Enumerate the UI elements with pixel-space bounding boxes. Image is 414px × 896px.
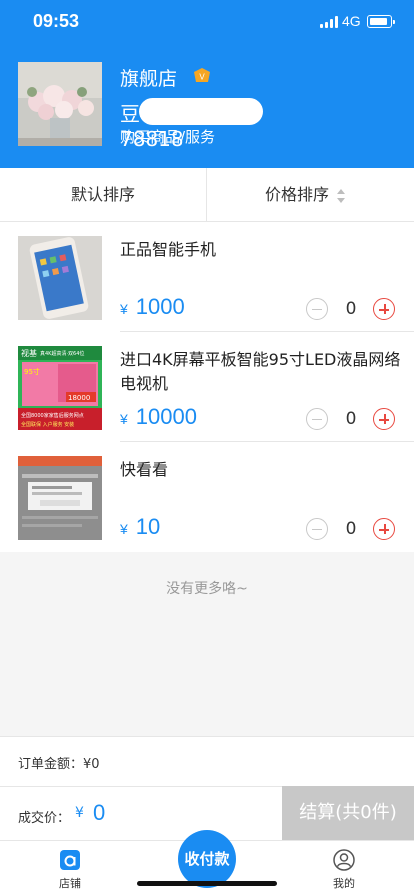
status-time: 09:53 <box>33 11 80 31</box>
price-currency: ¥ <box>120 411 128 427</box>
signal-icon <box>320 16 338 28</box>
decrease-quantity-button[interactable] <box>306 518 328 540</box>
shop-icon <box>59 849 81 871</box>
vip-badge-text: V <box>199 73 205 82</box>
tab-shop-label: 店铺 <box>59 877 81 890</box>
product-thumbnail <box>18 236 102 320</box>
price-value: 10000 <box>135 404 197 429</box>
quantity-value: 0 <box>345 299 357 319</box>
product-price: ¥1000 <box>120 294 185 320</box>
order-total-label: 订单金额：¥0 <box>18 757 100 772</box>
sort-price-tab[interactable]: 价格排序 <box>207 168 387 222</box>
product-item[interactable]: 正品智能手机 ¥1000 0 <box>0 222 414 332</box>
home-indicator <box>137 881 277 886</box>
checkout-button[interactable]: 结算(共0件) <box>282 786 414 840</box>
shop-avatar <box>18 62 102 146</box>
shop-header: 09:53 4G 旗舰店 V 豆78818 购买商品/服务 <box>0 0 414 168</box>
increase-quantity-button[interactable] <box>373 408 395 430</box>
product-thumbnail <box>18 456 102 540</box>
tab-mine[interactable]: 我的 <box>314 849 374 891</box>
thumb-footer-2: 全国联保 入户服务 安装 <box>21 421 74 428</box>
shop-name: 旗舰店 <box>120 68 178 90</box>
tab-mine-label: 我的 <box>333 877 355 890</box>
tab-shop[interactable]: 店铺 <box>40 849 100 891</box>
product-price: ¥10000 <box>120 404 197 430</box>
product-list: 正品智能手机 ¥1000 0 视基 真4K超高清·双64位 95寸 18000 … <box>0 222 414 552</box>
price-value: 1000 <box>135 294 185 319</box>
product-name: 快看看 <box>120 460 169 479</box>
quantity-value: 0 <box>345 409 357 429</box>
deal-price-currency: ¥ <box>75 805 84 821</box>
sort-default-tab[interactable]: 默认排序 <box>0 168 206 222</box>
decrease-quantity-button[interactable] <box>306 408 328 430</box>
decrease-quantity-button[interactable] <box>306 298 328 320</box>
user-icon <box>333 849 355 871</box>
sort-arrows-icon <box>336 188 346 204</box>
sort-bar: 默认排序 价格排序 <box>0 168 414 222</box>
thumb-brand: 视基 <box>21 348 37 358</box>
quantity-value: 0 <box>345 519 357 539</box>
shop-description: 购买商品/服务 <box>120 128 216 146</box>
thumb-tagline: 真4K超高清·双64位 <box>40 350 84 357</box>
pay-collect-button[interactable]: 收付款 <box>178 830 236 888</box>
increase-quantity-button[interactable] <box>373 518 395 540</box>
thumb-size: 95寸 <box>24 367 40 376</box>
price-currency: ¥ <box>120 301 128 317</box>
thumb-footer-1: 全国8000家家售后服务网点 <box>21 412 84 419</box>
battery-icon <box>367 15 395 28</box>
price-currency: ¥ <box>120 521 128 537</box>
deal-price-value: 0 <box>93 800 106 825</box>
phone-redaction <box>139 98 263 125</box>
status-bar: 09:53 4G <box>0 0 414 44</box>
product-name: 进口4K屏幕平板智能95寸LED液晶网络电视机 <box>120 350 401 393</box>
order-total-row: 订单金额：¥0 <box>0 736 414 786</box>
product-thumbnail: 视基 真4K超高清·双64位 95寸 18000 全国8000家家售后服务网点 … <box>18 346 102 430</box>
vip-badge-icon: V <box>192 67 212 84</box>
increase-quantity-button[interactable] <box>373 298 395 320</box>
price-value: 10 <box>135 514 161 539</box>
shop-phone-prefix: 豆 <box>120 102 140 126</box>
product-item[interactable]: 视基 真4K超高清·双64位 95寸 18000 全国8000家家售后服务网点 … <box>0 332 414 442</box>
no-more-text: 没有更多咯~ <box>166 581 248 597</box>
network-type: 4G <box>342 13 361 29</box>
thumb-price: 18000 <box>68 394 90 402</box>
product-name: 正品智能手机 <box>120 240 217 259</box>
deal-price-label: 成交价： <box>18 811 71 826</box>
product-price: ¥10 <box>120 514 160 540</box>
product-item[interactable]: 快看看 ¥10 0 <box>0 442 414 552</box>
